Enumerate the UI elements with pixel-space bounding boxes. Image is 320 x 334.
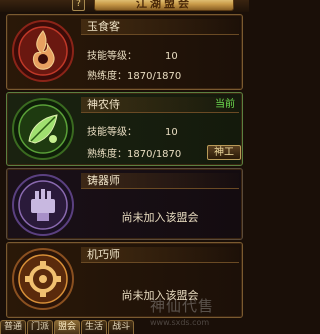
watermark: 神仙代售 bbox=[150, 297, 215, 315]
proficiency-value: 1870/1870 bbox=[127, 149, 182, 160]
skill-level-value: 10 bbox=[165, 51, 178, 62]
guild-name: 机巧师 bbox=[81, 247, 239, 263]
proficiency-row: 熟练度：1870/1870 bbox=[87, 71, 182, 82]
guild-card-yushike[interactable]: 玉食客 技能等级： 10 熟练度：1870/1870 bbox=[6, 14, 243, 90]
guild-name: 玉食客 bbox=[81, 19, 239, 35]
proficiency-row: 熟练度：1870/1870 bbox=[87, 149, 182, 160]
not-joined-text: 尚未加入该盟会 bbox=[121, 211, 199, 224]
tab-sect[interactable]: 门派 bbox=[27, 320, 54, 334]
skill-level-row: 技能等级： 10 bbox=[87, 51, 178, 62]
skill-level-value: 10 bbox=[165, 127, 178, 138]
page-title: 江湖盟会 bbox=[94, 0, 234, 11]
mechanism-cog-icon bbox=[11, 247, 75, 311]
shengong-button[interactable]: 神工 bbox=[207, 145, 241, 160]
forge-gear-icon bbox=[11, 173, 75, 237]
herb-leaf-icon bbox=[11, 97, 75, 161]
bottom-tab-bar: 普通 门派 盟会 生活 战斗 bbox=[0, 320, 249, 334]
guild-card-shennongshi[interactable]: 神农侍 当前 技能等级： 10 熟练度：1870/1870 神工 bbox=[6, 92, 243, 166]
help-button[interactable]: ? bbox=[72, 0, 85, 11]
guild-card-zhuqishi[interactable]: 铸器师 尚未加入该盟会 bbox=[6, 168, 243, 240]
tab-life[interactable]: 生活 bbox=[81, 320, 108, 334]
proficiency-value: 1870/1870 bbox=[127, 71, 182, 82]
guild-name: 铸器师 bbox=[81, 173, 239, 189]
guild-name: 神农侍 当前 bbox=[81, 97, 239, 113]
chef-fire-icon bbox=[11, 19, 75, 83]
tab-combat[interactable]: 战斗 bbox=[108, 320, 135, 334]
tab-normal[interactable]: 普通 bbox=[0, 320, 27, 334]
tab-guild[interactable]: 盟会 bbox=[54, 320, 81, 334]
skill-level-row: 技能等级： 10 bbox=[87, 127, 178, 138]
current-badge: 当前 bbox=[215, 99, 235, 110]
